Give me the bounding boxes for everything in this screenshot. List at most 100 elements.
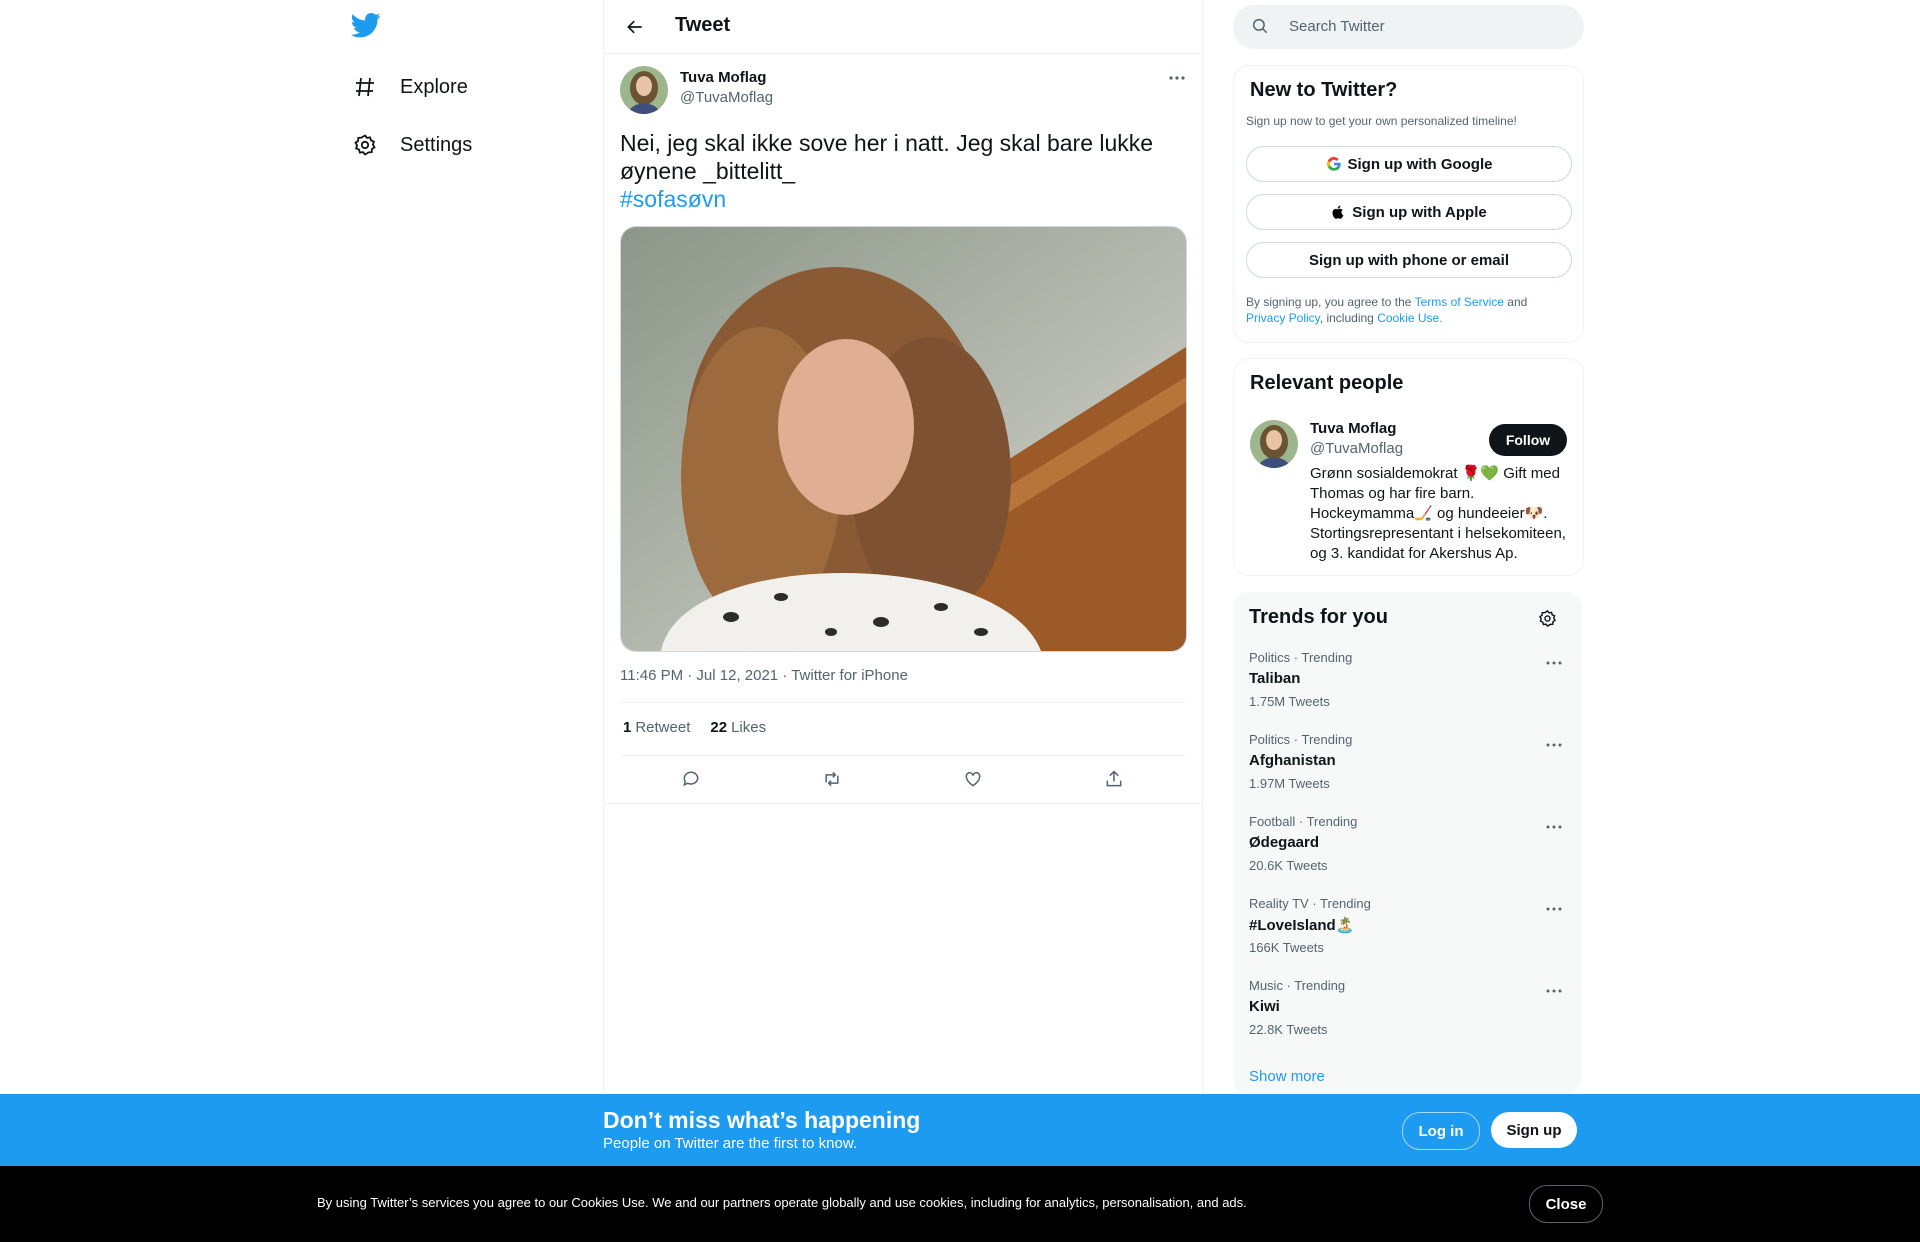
tweet-photo[interactable] — [620, 226, 1187, 652]
follow-button[interactable]: Follow — [1489, 424, 1567, 456]
tweet-text: Nei, jeg skal ikke sove her i natt. Jeg … — [620, 129, 1180, 213]
trend-more-icon[interactable] — [1542, 817, 1566, 837]
signup-legal: By signing up, you agree to the Terms of… — [1246, 294, 1576, 326]
signup-promo-banner — [0, 1094, 1920, 1166]
trend-count: 1.75M Tweets — [1249, 694, 1330, 709]
retweets-stat[interactable]: 1 Retweet — [623, 719, 690, 736]
trend-more-icon[interactable] — [1542, 735, 1566, 755]
retweet-icon[interactable] — [819, 766, 845, 792]
signup-button[interactable]: Sign up — [1491, 1112, 1577, 1148]
tweet-header: Tweet — [604, 0, 1202, 54]
google-icon — [1326, 156, 1341, 171]
cookie-text: By using Twitter’s services you agree to… — [317, 1195, 1247, 1210]
signup-title: New to Twitter? — [1250, 79, 1398, 101]
promo-title: Don’t miss what’s happening — [603, 1107, 921, 1133]
trend-count: 166K Tweets — [1249, 940, 1324, 955]
relevant-people-card: Relevant people Tuva Moflag @TuvaMoflag … — [1233, 358, 1584, 576]
trend-category: Politics · Trending — [1249, 650, 1353, 665]
nav-explore[interactable]: Explore — [350, 62, 468, 112]
trend-name: #LoveIsland🏝️ — [1249, 917, 1355, 934]
signup-email-label: Sign up with phone or email — [1308, 251, 1509, 269]
nav-settings-label: Settings — [400, 133, 473, 156]
column-divider-right — [1202, 0, 1203, 1100]
search-bar[interactable]: Search Twitter — [1233, 5, 1584, 49]
promo-subtitle: People on Twitter are the first to know. — [603, 1135, 858, 1152]
trend-count: 22.8K Tweets — [1249, 1022, 1328, 1037]
twitter-logo-icon[interactable] — [350, 10, 385, 44]
tweet-body: Nei, jeg skal ikke sove her i natt. Jeg … — [620, 130, 1154, 184]
like-heart-icon[interactable] — [960, 766, 986, 792]
cookie-close-button[interactable]: Close — [1529, 1185, 1603, 1223]
likes-label: Likes — [731, 719, 767, 736]
trend-category: Reality TV · Trending — [1249, 896, 1371, 911]
trend-item[interactable]: Politics · Trending Afghanistan 1.97M Tw… — [1233, 732, 1582, 812]
divider — [620, 755, 1185, 756]
back-arrow-icon[interactable] — [620, 12, 650, 42]
trend-item[interactable]: Football · Trending Ødegaard 20.6K Tweet… — [1233, 814, 1582, 894]
trends-title: Trends for you — [1249, 606, 1388, 628]
trend-name: Afghanistan — [1249, 752, 1336, 769]
legal-and: and — [1507, 295, 1528, 309]
more-icon[interactable] — [1163, 66, 1191, 90]
tweet-hashtag-link[interactable]: #sofasøvn — [620, 186, 726, 212]
trend-name: Taliban — [1249, 670, 1301, 687]
trend-more-icon[interactable] — [1542, 653, 1566, 673]
author-handle[interactable]: @TuvaMoflag — [680, 89, 773, 106]
legal-including: , including — [1319, 311, 1374, 325]
nav-explore-label: Explore — [400, 75, 468, 98]
relevant-bio: Grønn sosialdemokrat 🌹💚 Gift med Thomas … — [1310, 465, 1566, 562]
trend-more-icon[interactable] — [1542, 899, 1566, 919]
column-divider-left — [603, 0, 604, 1100]
divider — [604, 803, 1202, 804]
search-input[interactable]: Search Twitter — [1289, 18, 1385, 35]
cookie-link[interactable]: Cookie Use. — [1377, 311, 1442, 325]
trends-panel: Trends for you Politics · Trending Talib… — [1233, 592, 1582, 1094]
author-avatar[interactable] — [620, 66, 668, 114]
terms-link[interactable]: Terms of Service — [1415, 295, 1504, 309]
login-button[interactable]: Log in — [1402, 1112, 1480, 1150]
retweets-label: Retweet — [635, 719, 691, 736]
trend-category: Politics · Trending — [1249, 732, 1353, 747]
trends-settings-gear-icon[interactable] — [1535, 606, 1559, 630]
legal-prefix: By signing up, you agree to the — [1246, 295, 1412, 309]
nav-settings[interactable]: Settings — [350, 120, 472, 170]
trend-item[interactable]: Reality TV · Trending #LoveIsland🏝️ 166K… — [1233, 896, 1582, 976]
trend-category: Music · Trending — [1249, 978, 1346, 993]
likes-stat[interactable]: 22 Likes — [710, 719, 766, 736]
relevant-name[interactable]: Tuva Moflag — [1310, 420, 1396, 437]
reply-icon[interactable] — [678, 766, 704, 792]
trend-more-icon[interactable] — [1542, 981, 1566, 1001]
show-more-link[interactable]: Show more — [1249, 1068, 1325, 1085]
tweet-timestamp[interactable]: 11:46 PM · Jul 12, 2021 · Twitter for iP… — [620, 667, 908, 684]
relevant-handle[interactable]: @TuvaMoflag — [1310, 440, 1403, 457]
privacy-link[interactable]: Privacy Policy — [1246, 311, 1320, 325]
gear-icon — [350, 130, 380, 160]
signup-subtitle: Sign up now to get your own personalized… — [1246, 114, 1517, 128]
likes-count: 22 — [710, 719, 728, 736]
retweets-count: 1 — [623, 719, 632, 736]
trend-item[interactable]: Music · Trending Kiwi 22.8K Tweets — [1233, 978, 1582, 1058]
share-icon[interactable] — [1101, 766, 1127, 792]
search-icon — [1251, 17, 1269, 40]
trend-name: Kiwi — [1249, 998, 1280, 1015]
relevant-title: Relevant people — [1250, 372, 1404, 394]
apple-icon — [1332, 205, 1344, 219]
tweet-stats: 1 Retweet 22 Likes — [623, 719, 766, 736]
trend-name: Ødegaard — [1249, 834, 1320, 851]
signup-google-label: Sign up with Google — [1347, 155, 1493, 173]
signup-email-button[interactable]: Sign up with phone or email — [1246, 242, 1572, 278]
signup-google-button[interactable]: Sign up with Google — [1246, 146, 1572, 182]
trend-item[interactable]: Politics · Trending Taliban 1.75M Tweets — [1233, 650, 1582, 730]
signup-card: New to Twitter? Sign up now to get your … — [1233, 65, 1584, 343]
relevant-avatar[interactable] — [1250, 420, 1298, 468]
author-name[interactable]: Tuva Moflag — [680, 69, 766, 86]
hashtag-icon — [350, 72, 380, 102]
trend-count: 1.97M Tweets — [1249, 776, 1330, 791]
tweet-actions — [620, 766, 1185, 792]
divider — [620, 702, 1185, 703]
page-title: Tweet — [675, 14, 731, 36]
signup-apple-label: Sign up with Apple — [1352, 203, 1487, 221]
signup-apple-button[interactable]: Sign up with Apple — [1246, 194, 1572, 230]
trend-category: Football · Trending — [1249, 814, 1358, 829]
trend-count: 20.6K Tweets — [1249, 858, 1328, 873]
